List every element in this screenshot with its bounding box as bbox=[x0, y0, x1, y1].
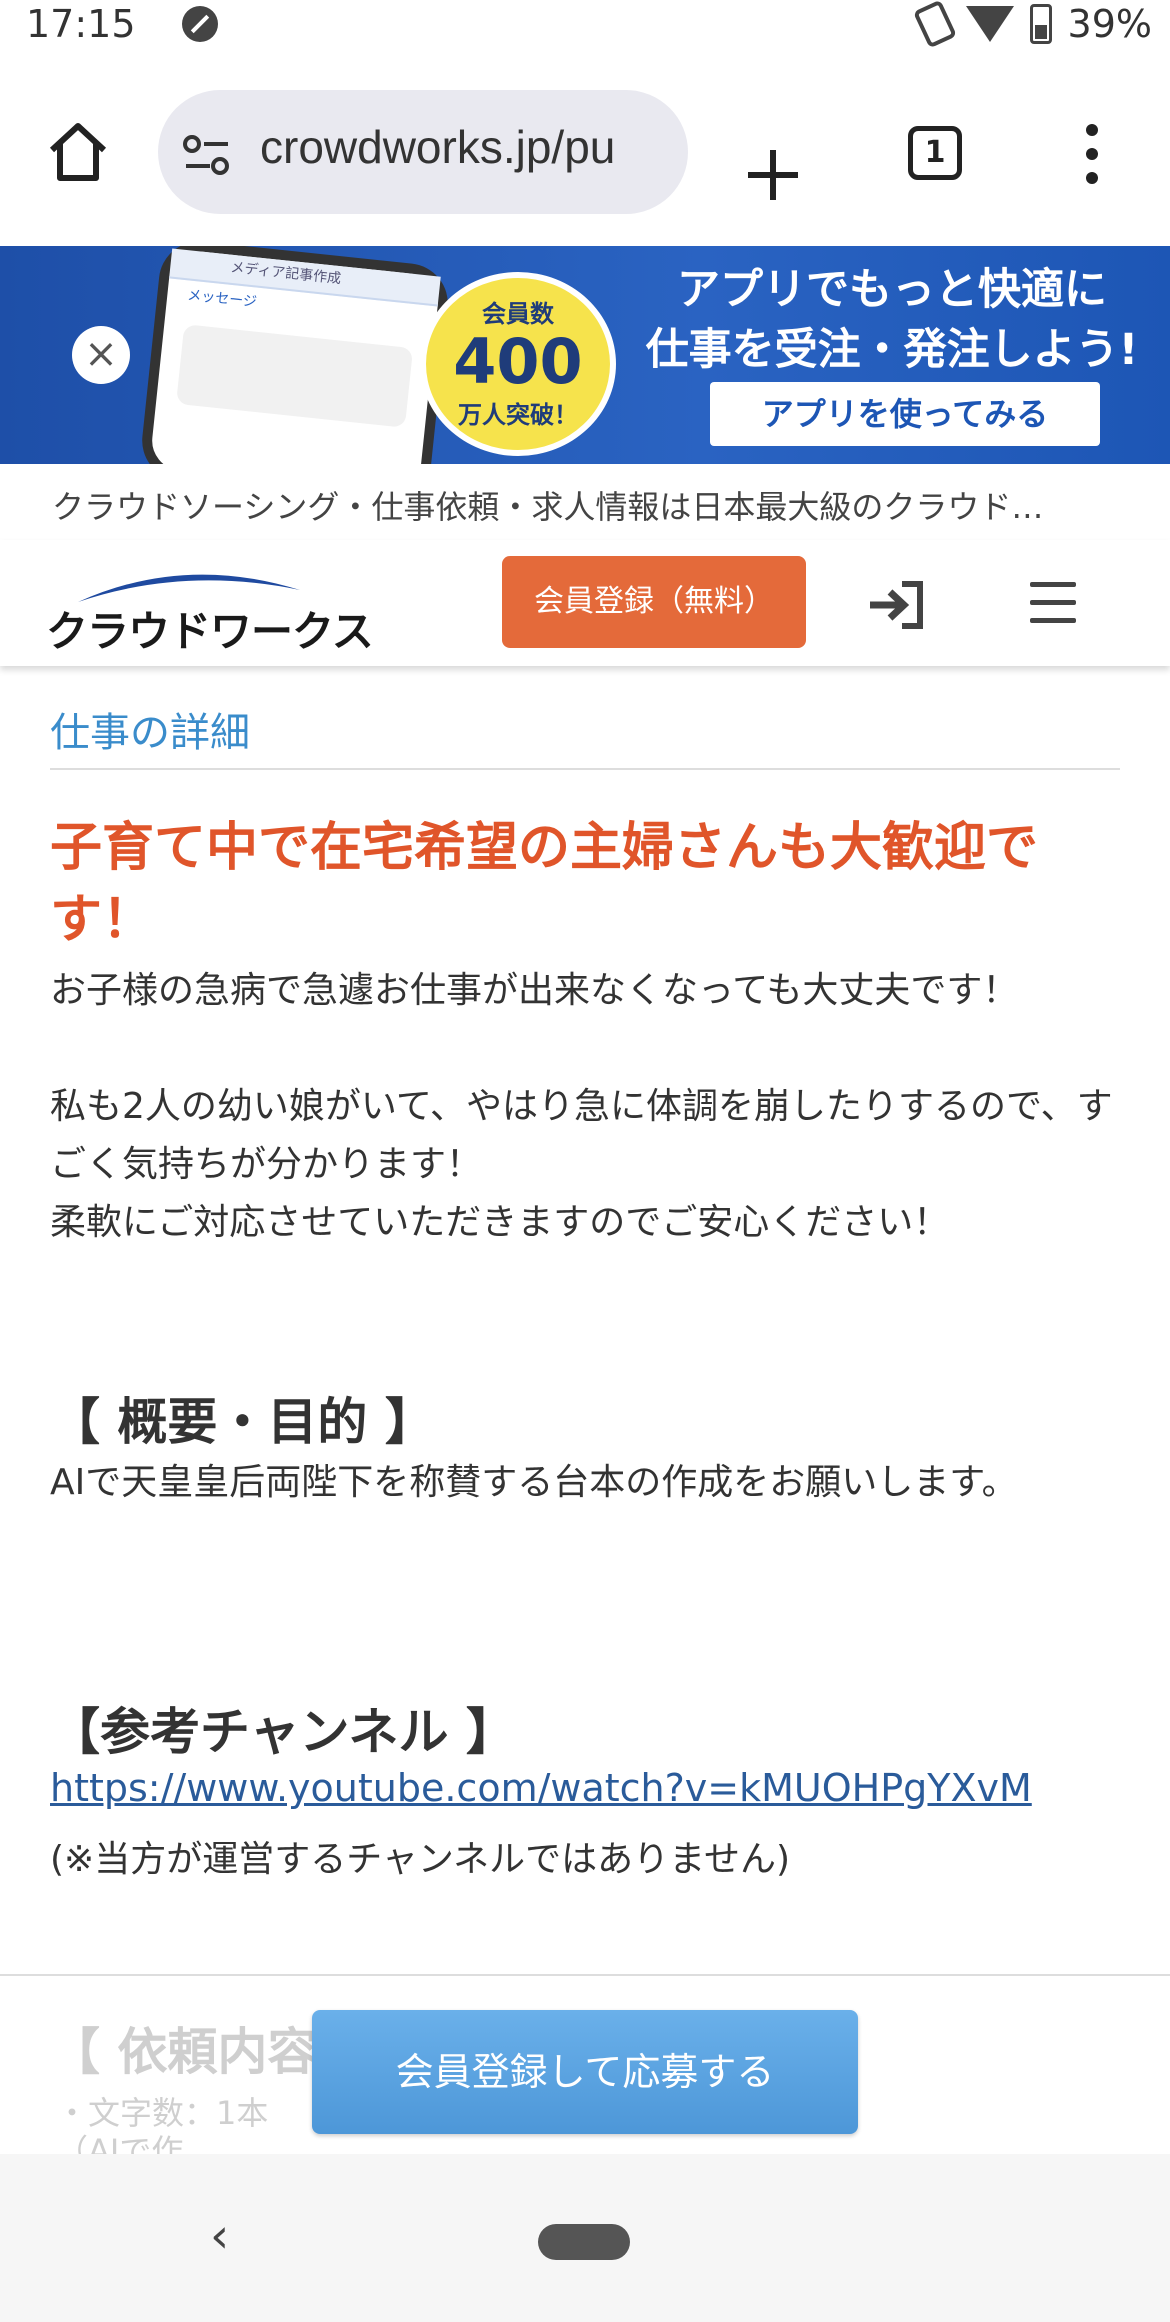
channel-link[interactable]: https://www.youtube.com/watch?v=kMUOHPgY… bbox=[50, 1766, 1032, 1810]
more-options-icon[interactable] bbox=[1086, 124, 1098, 184]
badge-label: 会員数 bbox=[482, 300, 554, 328]
status-time: 17:15 bbox=[26, 2, 136, 46]
home-icon[interactable] bbox=[46, 120, 110, 184]
register-and-apply-button[interactable]: 会員登録して応募する bbox=[312, 2010, 858, 2134]
site-description: クラウドソーシング・仕事依頼・求人情報は日本最大級のクラウド… bbox=[52, 488, 1044, 526]
job-title: 子育て中で在宅希望の主婦さんも大歓迎です！ bbox=[50, 818, 1039, 950]
phone-mockup-image: メディア記事作成 メッセージ bbox=[138, 246, 452, 464]
wifi-icon bbox=[965, 6, 1014, 42]
apply-bar: 【 依頼内容 ・文字数：1本 （AIで作 会員登録して応募する bbox=[0, 1974, 1170, 2156]
overview-heading: 【 概要・目的 】 bbox=[50, 1393, 435, 1451]
browser-toolbar: crowdworks.jp/pu 1 bbox=[0, 52, 1170, 244]
channel-heading: 【参考チャンネル 】 bbox=[50, 1703, 516, 1761]
badge-number: 400 bbox=[453, 325, 583, 398]
status-bar: 17:15 39% bbox=[0, 0, 1170, 52]
tab-switcher-button[interactable]: 1 bbox=[908, 126, 962, 180]
hamburger-menu-icon[interactable] bbox=[1030, 582, 1076, 624]
battery-percent: 39% bbox=[1067, 2, 1152, 46]
back-icon[interactable]: ‹ bbox=[210, 2208, 229, 2264]
do-not-disturb-icon bbox=[182, 6, 218, 42]
intro-text-3: 柔軟にご対応させていただきますのでご安心ください！ bbox=[50, 1202, 950, 1243]
section-title: 仕事の詳細 bbox=[50, 710, 250, 756]
logo-text: クラウドワークス bbox=[46, 607, 374, 656]
register-free-button[interactable]: 会員登録（無料） bbox=[502, 556, 806, 648]
site-settings-icon[interactable] bbox=[182, 134, 232, 178]
banner-headline-line2: 仕事を受注・発注しよう! bbox=[645, 325, 1139, 375]
site-header: クラウドワークス 会員登録（無料） bbox=[0, 540, 1170, 666]
divider bbox=[50, 768, 1120, 770]
vibrate-icon bbox=[912, 0, 957, 49]
channel-note: (※当方が運営するチャンネルではありません) bbox=[50, 1839, 791, 1880]
member-count-badge: 会員数 400 万人突破！ bbox=[420, 272, 616, 456]
intro-text-2: 私も2人の幼い娘がいて、やはり急に体調を崩したりするので、すごく気持ちが分かりま… bbox=[50, 1086, 1113, 1185]
home-gesture-pill[interactable] bbox=[538, 2224, 630, 2260]
faded-line-2: （AIで作 bbox=[56, 2132, 184, 2156]
banner-headline: アプリでもっと快適に 仕事を受注・発注しよう! bbox=[632, 260, 1152, 380]
faded-heading: 【 依頼内容 bbox=[50, 2023, 318, 2081]
phone-mockup-bubble bbox=[176, 324, 414, 428]
badge-suffix: 万人突破！ bbox=[458, 401, 578, 429]
app-promo-banner[interactable]: メディア記事作成 メッセージ × 会員数 400 万人突破！ アプリでもっと快適… bbox=[0, 246, 1170, 464]
battery-icon bbox=[1029, 4, 1052, 44]
crowdworks-logo[interactable]: クラウドワークス bbox=[46, 562, 374, 656]
banner-headline-line1: アプリでもっと快適に bbox=[677, 265, 1107, 315]
url-text: crowdworks.jp/pu bbox=[260, 121, 616, 173]
intro-text-1: お子様の急病で急遽お仕事が出来なくなっても大丈夫です！ bbox=[50, 970, 1019, 1011]
address-bar[interactable]: crowdworks.jp/pu bbox=[158, 90, 688, 214]
overview-text: AIで天皇皇后両陛下を称賛する台本の作成をお願いします。 bbox=[50, 1462, 1018, 1503]
system-navigation-bar: ‹ bbox=[0, 2154, 1170, 2322]
new-tab-icon[interactable] bbox=[746, 148, 800, 202]
login-icon[interactable] bbox=[866, 580, 926, 630]
use-app-button[interactable]: アプリを使ってみる bbox=[710, 382, 1100, 446]
close-banner-button[interactable]: × bbox=[72, 326, 130, 384]
